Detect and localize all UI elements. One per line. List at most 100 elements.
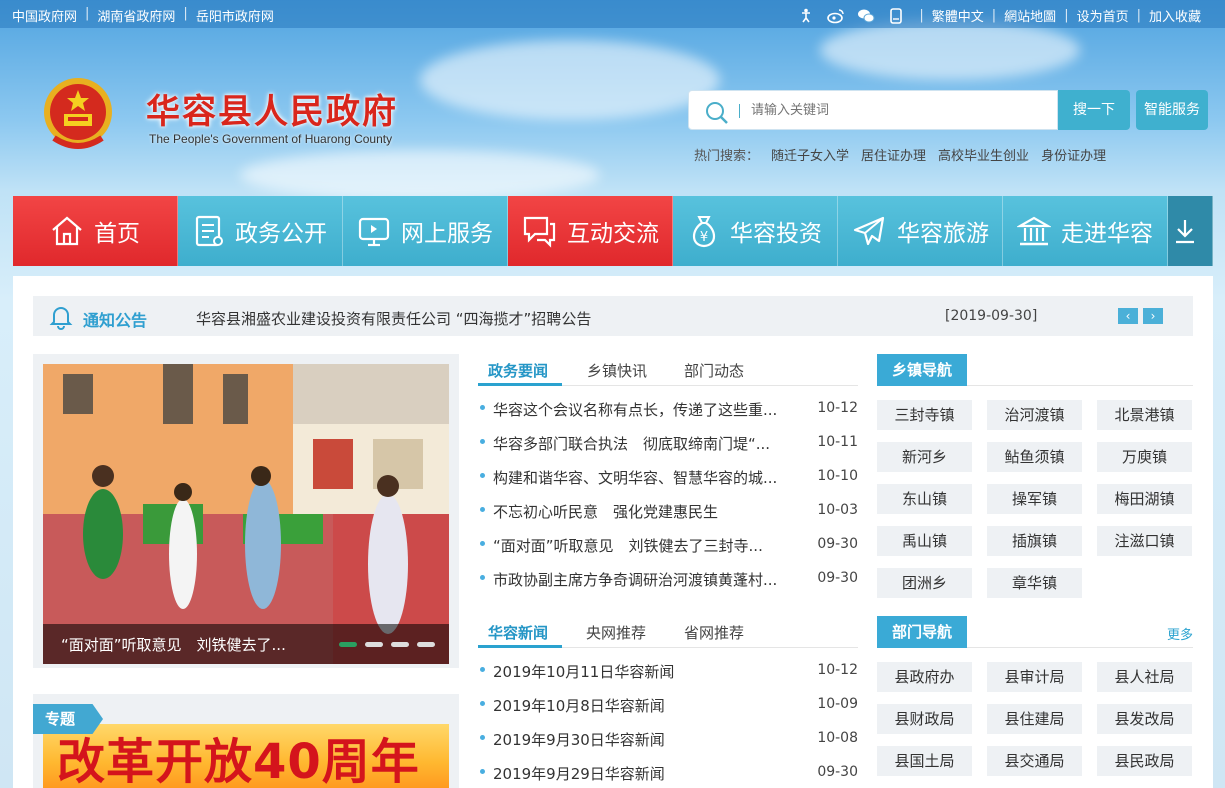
dept-link[interactable]: 县交通局 bbox=[987, 746, 1082, 776]
nav-item-about-huarong[interactable]: 走进华容 bbox=[1003, 196, 1168, 266]
nav-item-interaction[interactable]: 互动交流 bbox=[508, 196, 673, 266]
nav-more-button[interactable] bbox=[1168, 196, 1213, 266]
mobile-icon[interactable] bbox=[887, 7, 905, 24]
town-link[interactable]: 禹山镇 bbox=[877, 526, 972, 556]
news-title[interactable]: 华容多部门联合执法 彻底取缔南门堤“... bbox=[493, 433, 798, 454]
town-link[interactable]: 万庾镇 bbox=[1097, 442, 1192, 472]
weibo-icon[interactable] bbox=[827, 8, 845, 24]
town-link[interactable]: 治河渡镇 bbox=[987, 400, 1082, 430]
news-title[interactable]: 2019年9月30日华容新闻 bbox=[493, 729, 798, 750]
nav-label: 政务公开 bbox=[235, 221, 327, 247]
nav-label: 网上服务 bbox=[401, 221, 493, 247]
search-input[interactable] bbox=[751, 99, 1041, 121]
accessibility-icon[interactable] bbox=[797, 8, 815, 24]
wechat-icon[interactable] bbox=[857, 8, 875, 24]
separator: | bbox=[85, 6, 90, 21]
town-link[interactable]: 北景港镇 bbox=[1097, 400, 1192, 430]
nav-item-gov-affairs[interactable]: 政务公开 bbox=[178, 196, 343, 266]
news-title[interactable]: 2019年10月11日华容新闻 bbox=[493, 661, 798, 682]
tab-gov-news[interactable]: 政务要闻 bbox=[488, 360, 548, 381]
town-link[interactable]: 新河乡 bbox=[877, 442, 972, 472]
hot-search-term[interactable]: 高校毕业生创业 bbox=[938, 145, 1029, 164]
town-link[interactable]: 团洲乡 bbox=[877, 568, 972, 598]
news-item[interactable]: 2019年10月8日华容新闻 10-09 bbox=[478, 689, 858, 723]
plane-icon bbox=[853, 216, 885, 246]
news-title[interactable]: 构建和谐华容、文明华容、智慧华容的城... bbox=[493, 467, 798, 488]
news-item[interactable]: 华容这个会议名称有点长，传递了这些重... 10-12 bbox=[478, 393, 858, 427]
town-link[interactable]: 插旗镇 bbox=[987, 526, 1082, 556]
slider-caption[interactable]: “面对面”听取意见 刘铁健去了... bbox=[61, 634, 286, 655]
town-link[interactable]: 三封寺镇 bbox=[877, 400, 972, 430]
news-title[interactable]: 华容这个会议名称有点长，传递了这些重... bbox=[493, 399, 798, 420]
dept-link[interactable]: 县审计局 bbox=[987, 662, 1082, 692]
nav-label: 华容旅游 bbox=[897, 221, 989, 247]
news-item[interactable]: 不忘初心听民意 强化党建惠民生 10-03 bbox=[478, 495, 858, 529]
nav-item-home[interactable]: 首页 bbox=[13, 196, 178, 266]
news-item[interactable]: 构建和谐华容、文明华容、智慧华容的城... 10-10 bbox=[478, 461, 858, 495]
dept-more-link[interactable]: 更多 bbox=[1167, 624, 1193, 643]
download-arrow-icon bbox=[1176, 220, 1194, 244]
town-link[interactable]: 章华镇 bbox=[987, 568, 1082, 598]
nav-item-investment[interactable]: ¥ 华容投资 bbox=[673, 196, 838, 266]
home-icon bbox=[52, 216, 82, 246]
news-title[interactable]: 2019年9月29日华容新闻 bbox=[493, 763, 798, 784]
document-icon bbox=[195, 215, 223, 247]
link-set-homepage[interactable]: 设为首页 bbox=[1077, 6, 1129, 25]
news-date: 09-30 bbox=[817, 536, 858, 552]
link-add-favorite[interactable]: 加入收藏 bbox=[1149, 6, 1201, 25]
chevron-left-icon[interactable]: ‹ bbox=[1118, 308, 1138, 324]
site-title: 华容县人民政府 bbox=[146, 92, 398, 132]
link-yueyang-gov[interactable]: 岳阳市政府网 bbox=[196, 6, 274, 25]
tab-huarong-news[interactable]: 华容新闻 bbox=[488, 622, 548, 643]
active-tab-underline bbox=[478, 645, 562, 648]
special-banner[interactable]: 改革开放40周年 bbox=[43, 724, 449, 788]
tab-town-news[interactable]: 乡镇快讯 bbox=[587, 360, 647, 381]
dept-link[interactable]: 县财政局 bbox=[877, 704, 972, 734]
news-item[interactable]: 2019年9月29日华容新闻 09-30 bbox=[478, 757, 858, 788]
dept-link[interactable]: 县人社局 bbox=[1097, 662, 1192, 692]
news-title[interactable]: 不忘初心听民意 强化党建惠民生 bbox=[493, 501, 798, 522]
slider-dot[interactable] bbox=[391, 642, 409, 647]
news-item[interactable]: 市政协副主席方争奇调研治河渡镇黄蓬村... 09-30 bbox=[478, 563, 858, 597]
hot-search-term[interactable]: 居住证办理 bbox=[861, 145, 926, 164]
dept-link[interactable]: 县国土局 bbox=[877, 746, 972, 776]
news-item[interactable]: 2019年10月11日华容新闻 10-12 bbox=[478, 655, 858, 689]
chevron-right-icon[interactable]: › bbox=[1143, 308, 1163, 324]
tab-cctv-recommend[interactable]: 央网推荐 bbox=[586, 622, 646, 643]
link-sitemap[interactable]: 網站地圖 bbox=[1004, 6, 1056, 25]
tab-dept-news[interactable]: 部门动态 bbox=[684, 360, 744, 381]
hot-search-term[interactable]: 身份证办理 bbox=[1041, 145, 1106, 164]
slider-dot[interactable] bbox=[417, 642, 435, 647]
dept-link[interactable]: 县发改局 bbox=[1097, 704, 1192, 734]
town-link[interactable]: 鲇鱼须镇 bbox=[987, 442, 1082, 472]
notice-link[interactable]: 华容县湘盛农业建设投资有限责任公司 “四海揽才”招聘公告 bbox=[196, 308, 591, 329]
nav-item-online-service[interactable]: 网上服务 bbox=[343, 196, 508, 266]
news-item[interactable]: “面对面”听取意见 刘铁健去了三封寺... 09-30 bbox=[478, 529, 858, 563]
hot-search-term[interactable]: 随迁子女入学 bbox=[771, 145, 849, 164]
smart-service-button[interactable]: 智能服务 bbox=[1136, 90, 1208, 130]
town-link[interactable]: 注滋口镇 bbox=[1097, 526, 1192, 556]
nav-item-tourism[interactable]: 华容旅游 bbox=[838, 196, 1003, 266]
town-link[interactable]: 操军镇 bbox=[987, 484, 1082, 514]
news-title[interactable]: 市政协副主席方争奇调研治河渡镇黄蓬村... bbox=[493, 569, 798, 590]
slider-dot[interactable] bbox=[365, 642, 383, 647]
news-item[interactable]: 2019年9月30日华容新闻 10-08 bbox=[478, 723, 858, 757]
dept-link[interactable]: 县住建局 bbox=[987, 704, 1082, 734]
nav-label: 走进华容 bbox=[1061, 221, 1153, 247]
news-item[interactable]: 华容多部门联合执法 彻底取缔南门堤“... 10-11 bbox=[478, 427, 858, 461]
town-link[interactable]: 东山镇 bbox=[877, 484, 972, 514]
search-button[interactable]: 搜一下 bbox=[1058, 90, 1130, 130]
news-date: 10-03 bbox=[817, 502, 858, 518]
link-china-gov[interactable]: 中国政府网 bbox=[12, 6, 77, 25]
dept-link[interactable]: 县民政局 bbox=[1097, 746, 1192, 776]
town-link[interactable]: 梅田湖镇 bbox=[1097, 484, 1192, 514]
news-title[interactable]: 2019年10月8日华容新闻 bbox=[493, 695, 798, 716]
dept-link[interactable]: 县政府办 bbox=[877, 662, 972, 692]
slider-dot-active[interactable] bbox=[339, 642, 357, 647]
slider-photo[interactable]: “面对面”听取意见 刘铁健去了... bbox=[43, 364, 449, 664]
tab-province-recommend[interactable]: 省网推荐 bbox=[684, 622, 744, 643]
news-title[interactable]: “面对面”听取意见 刘铁健去了三封寺... bbox=[493, 535, 798, 556]
link-hunan-gov[interactable]: 湖南省政府网 bbox=[97, 6, 175, 25]
cloud-decoration bbox=[240, 150, 600, 200]
link-traditional-chinese[interactable]: 繁體中文 bbox=[932, 6, 984, 25]
